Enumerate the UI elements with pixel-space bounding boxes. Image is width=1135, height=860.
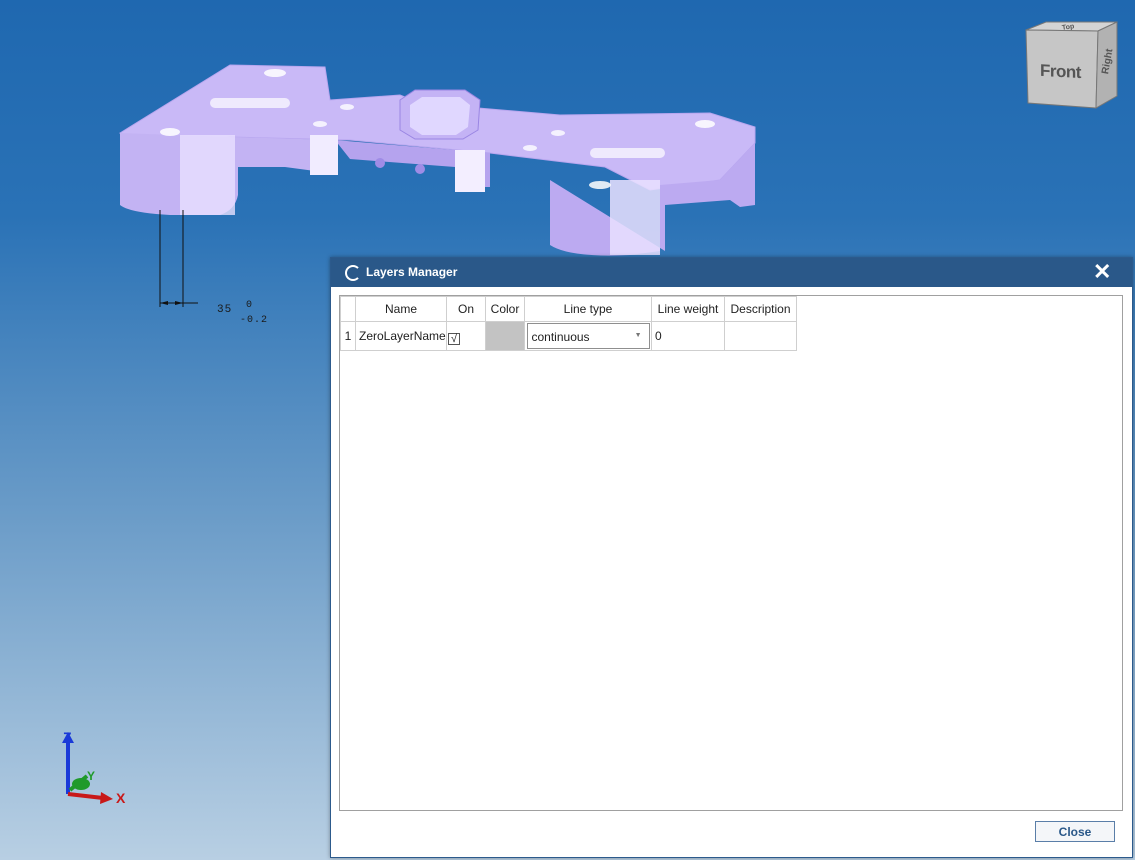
app-icon — [345, 265, 361, 281]
layer-on-cell[interactable]: √ — [446, 321, 486, 351]
layer-line-type-cell[interactable]: continuous ▼ — [524, 321, 652, 351]
dialog-title: Layers Manager — [366, 265, 458, 279]
axis-label-y: Y — [87, 769, 96, 783]
row-header-corner — [340, 296, 356, 322]
dimension-lines — [159, 210, 198, 307]
column-header-color[interactable]: Color — [485, 296, 525, 322]
table-row[interactable]: 1 ZeroLayerName √ continuous ▼ 0 — [340, 321, 797, 351]
layers-grid[interactable]: Name On Color Line type Line weight Desc… — [339, 295, 1123, 811]
layer-line-weight-cell[interactable]: 0 — [651, 321, 725, 351]
column-header-description[interactable]: Description — [724, 296, 797, 322]
layer-color-swatch[interactable] — [485, 321, 525, 351]
view-cube-front-label[interactable]: Front — [1040, 61, 1081, 83]
line-type-value: continuous — [531, 330, 590, 344]
row-index: 1 — [340, 321, 356, 351]
dialog-titlebar[interactable]: Layers Manager ✕ — [331, 258, 1132, 287]
layers-manager-dialog: Layers Manager ✕ Name On Color Line type… — [330, 257, 1133, 858]
close-icon[interactable]: ✕ — [1093, 259, 1111, 285]
column-header-name[interactable]: Name — [355, 296, 447, 322]
column-header-line-type[interactable]: Line type — [524, 296, 652, 322]
table-header-row: Name On Color Line type Line weight Desc… — [340, 296, 797, 322]
layer-description-cell[interactable] — [724, 321, 797, 351]
column-header-line-weight[interactable]: Line weight — [651, 296, 725, 322]
dimension-value: 35 — [217, 304, 233, 316]
layers-table: Name On Color Line type Line weight Desc… — [340, 296, 797, 351]
line-type-dropdown[interactable]: continuous ▼ — [526, 323, 650, 349]
dimension-lower-tolerance: -0.2 — [240, 315, 269, 326]
dimension-upper-tolerance: 0 — [246, 300, 254, 311]
chevron-down-icon[interactable]: ▼ — [635, 332, 642, 339]
layer-name-cell[interactable]: ZeroLayerName — [355, 321, 447, 351]
column-header-on[interactable]: On — [446, 296, 486, 322]
close-button[interactable]: Close — [1035, 821, 1115, 842]
axis-label-x: X — [116, 790, 126, 806]
axis-label-z: Z — [63, 729, 72, 745]
layer-on-checkbox[interactable]: √ — [448, 333, 460, 345]
